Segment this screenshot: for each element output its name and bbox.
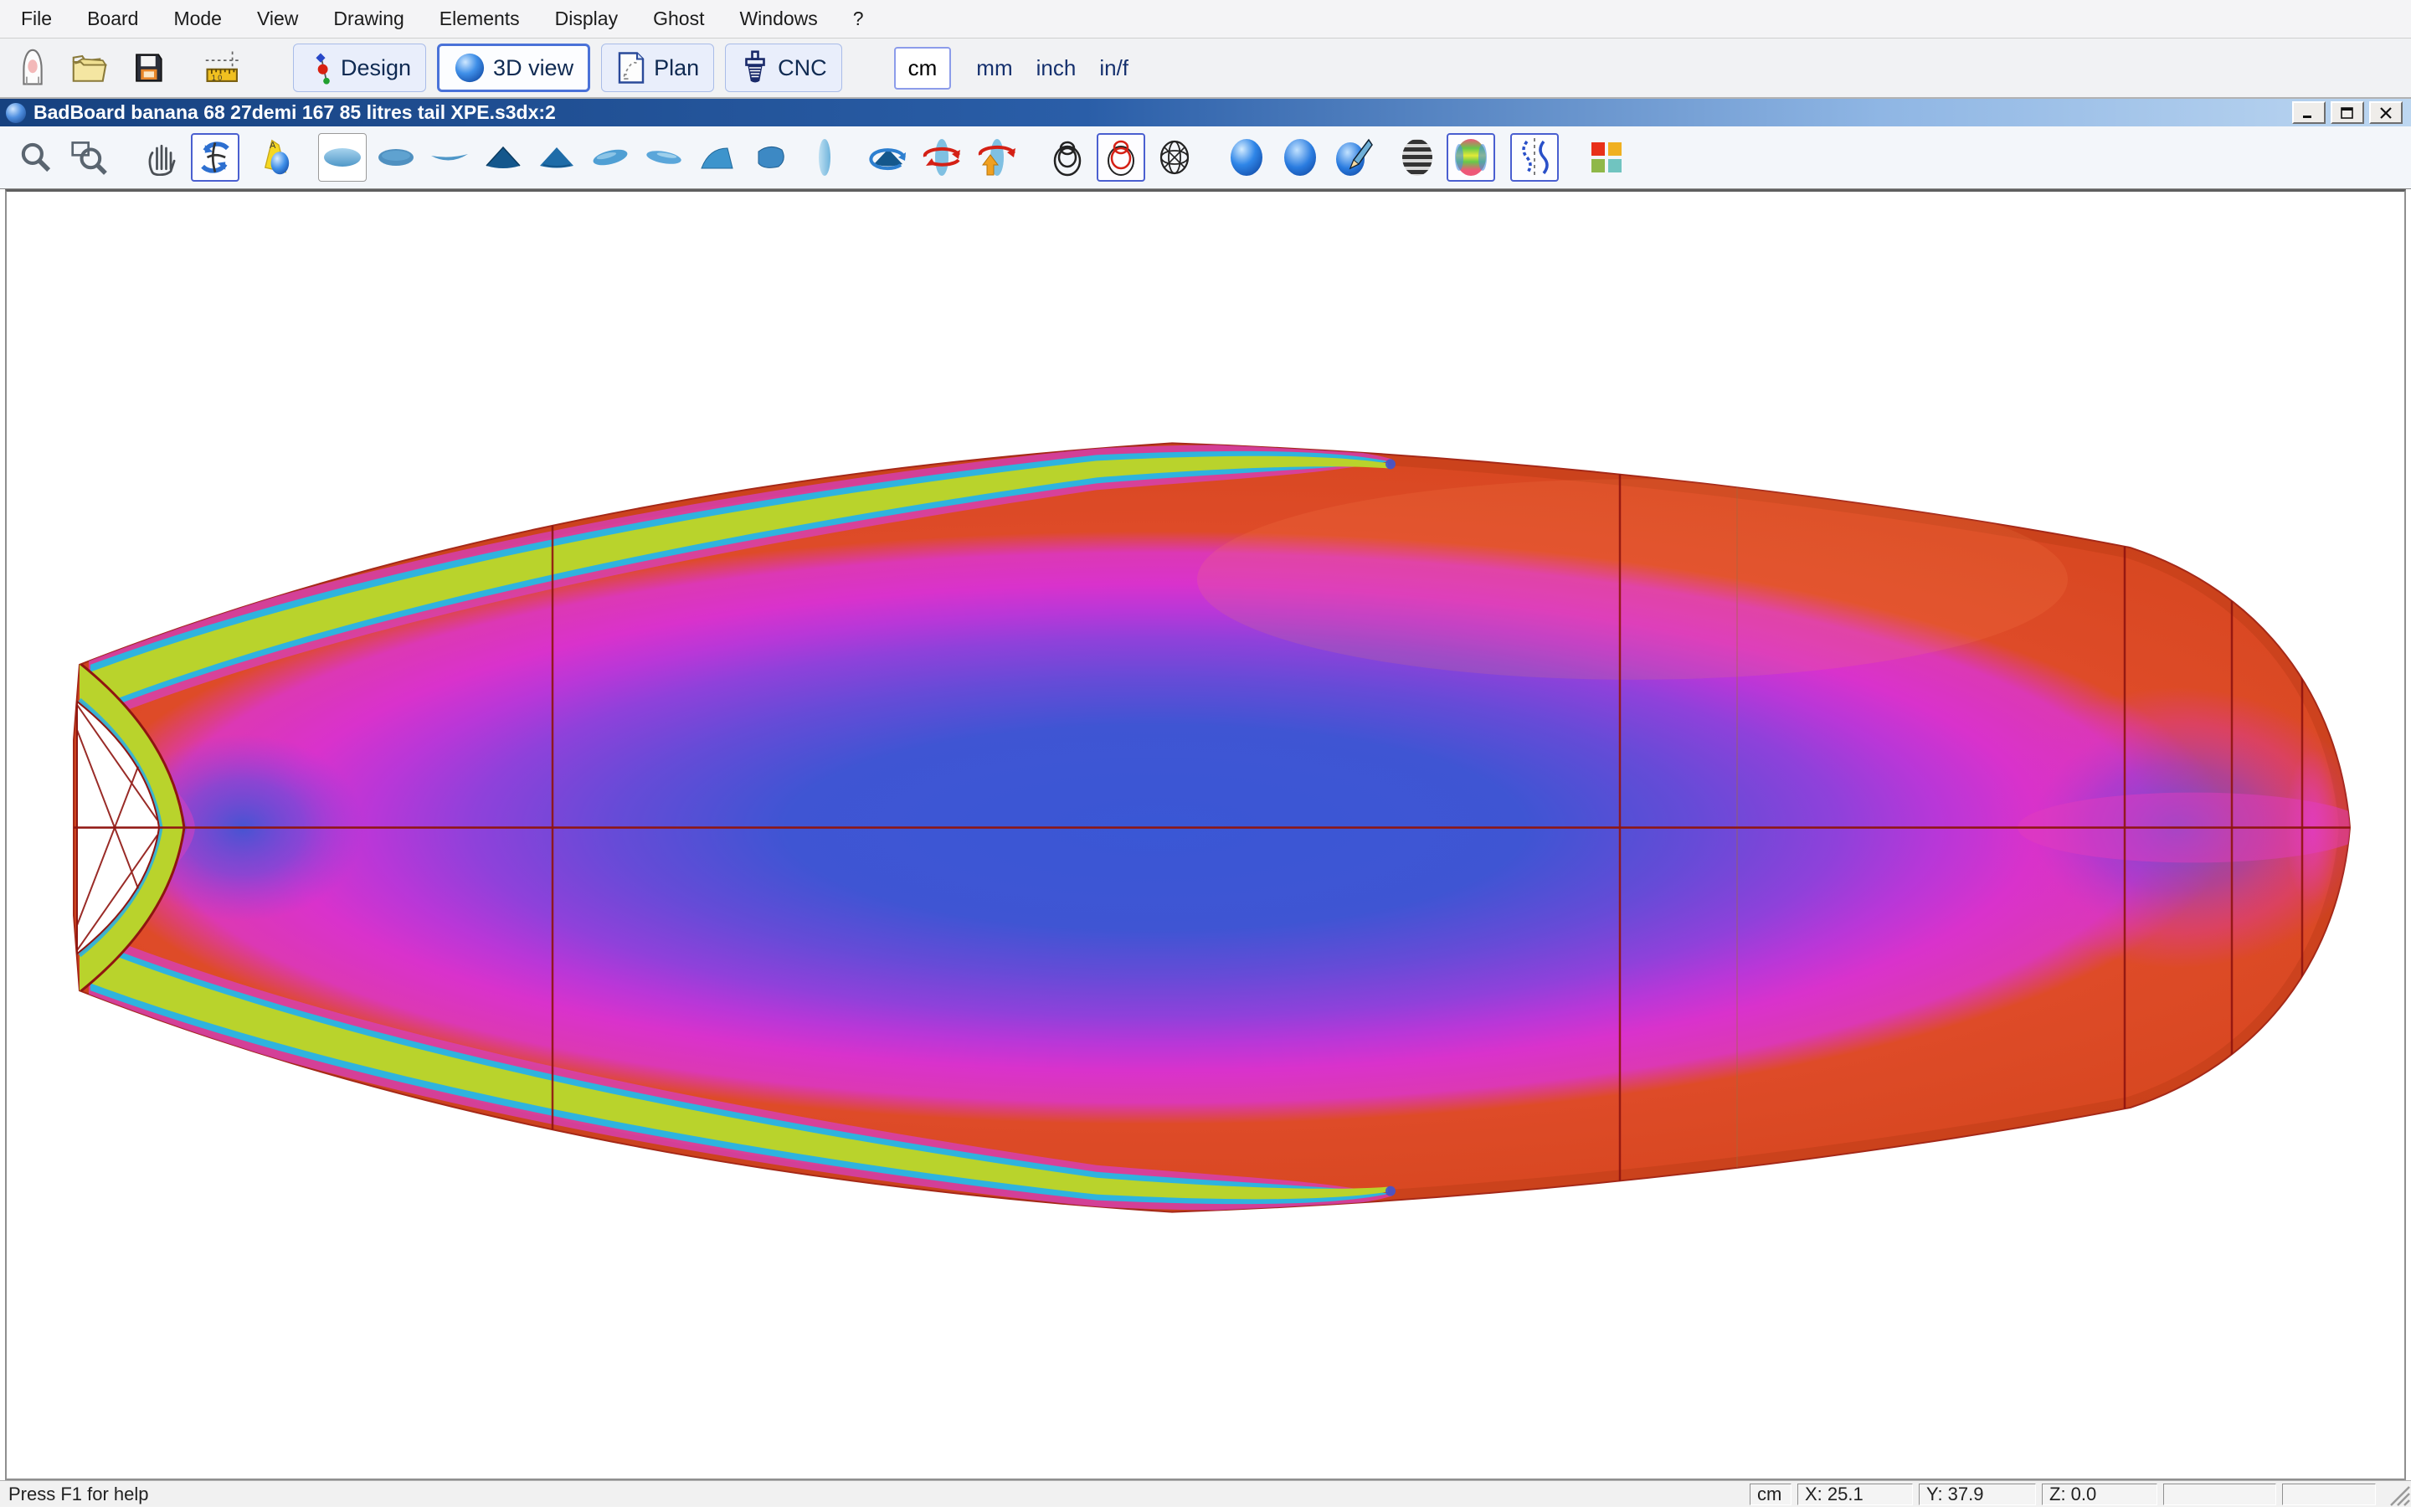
open-file-icon[interactable]	[69, 47, 111, 89]
view-front-icon[interactable]	[479, 133, 527, 182]
lighting-icon[interactable]: A	[254, 133, 303, 182]
status-bar: Press F1 for help cm X: 25.1 Y: 37.9 Z: …	[0, 1480, 2411, 1507]
status-empty-2	[2282, 1484, 2376, 1505]
turntable-rotate-icon[interactable]	[864, 133, 912, 182]
main-toolbar: 1 0 Design 3D view Plan	[0, 39, 2411, 99]
view-back-icon[interactable]	[532, 133, 581, 182]
zoom-icon[interactable]	[12, 133, 60, 182]
menu-display[interactable]: Display	[537, 8, 635, 30]
render-zebra-icon[interactable]	[1393, 133, 1442, 182]
cnc-tool-icon	[740, 50, 770, 85]
flow-lines-icon[interactable]	[1510, 133, 1559, 182]
status-x-coordinate: X: 25.1	[1797, 1484, 1913, 1505]
menu-drawing[interactable]: Drawing	[316, 8, 421, 30]
sphere-3d-icon	[454, 52, 486, 84]
render-paint-icon[interactable]	[1329, 133, 1378, 182]
menu-view[interactable]: View	[239, 8, 316, 30]
wireframe-circles-red-icon[interactable]	[1097, 133, 1145, 182]
document-titlebar[interactable]: BadBoard banana 68 27demi 167 85 litres …	[0, 99, 2411, 126]
status-help-text: Press F1 for help	[8, 1484, 149, 1505]
wireframe-circles-icon[interactable]	[1043, 133, 1092, 182]
svg-text:1 0: 1 0	[212, 74, 222, 82]
view-perspective-1-icon[interactable]	[586, 133, 635, 182]
save-file-icon[interactable]	[127, 47, 169, 89]
zoom-window-icon[interactable]	[65, 133, 114, 182]
rotate-axis-2-icon[interactable]	[971, 133, 1020, 182]
menu-ghost[interactable]: Ghost	[635, 8, 722, 30]
render-sphere-2-icon[interactable]	[1276, 133, 1324, 182]
view-bottom-shaded-icon[interactable]	[372, 133, 420, 182]
status-y-coordinate: Y: 37.9	[1919, 1484, 2036, 1505]
minimize-button[interactable]	[2292, 101, 2326, 124]
wireframe-sphere-icon[interactable]	[1150, 133, 1199, 182]
plan-mode-button[interactable]: Plan	[601, 44, 714, 92]
3d-view-mode-button[interactable]: 3D view	[437, 44, 590, 92]
cnc-label: CNC	[778, 55, 827, 81]
menu-help[interactable]: ?	[835, 8, 882, 30]
view-toolbar: A	[0, 126, 2411, 189]
measure-icon[interactable]: 1 0	[203, 47, 244, 89]
design-label: Design	[341, 55, 411, 81]
mitt-icon	[14, 49, 51, 87]
status-fields: cm X: 25.1 Y: 37.9 Z: 0.0	[1744, 1482, 2411, 1507]
view-perspective-2-icon[interactable]	[640, 133, 688, 182]
3d-view-label: 3D view	[493, 55, 573, 81]
rotate-3d-icon[interactable]	[191, 133, 239, 182]
pan-hand-icon[interactable]	[137, 133, 186, 182]
view-side-icon[interactable]	[425, 133, 474, 182]
new-board-icon[interactable]	[12, 47, 54, 89]
status-z-coordinate: Z: 0.0	[2042, 1484, 2157, 1505]
view-top-shaded-icon[interactable]	[318, 133, 367, 182]
folder-icon	[70, 50, 109, 85]
document-icon	[6, 103, 26, 123]
color-palette-icon[interactable]	[1582, 133, 1631, 182]
save-icon	[131, 50, 166, 85]
render-curvature-rainbow-icon[interactable]	[1447, 133, 1495, 182]
unit-inch[interactable]: inch	[1036, 55, 1077, 81]
menu-bar: File Board Mode View Drawing Elements Di…	[0, 0, 2411, 39]
window-controls	[2292, 101, 2403, 124]
menu-file[interactable]: File	[3, 8, 69, 30]
view-outline-icon[interactable]	[800, 133, 849, 182]
design-icon	[308, 50, 333, 85]
design-mode-button[interactable]: Design	[293, 44, 426, 92]
status-unit: cm	[1750, 1484, 1792, 1505]
cnc-mode-button[interactable]: CNC	[725, 44, 842, 92]
unit-mm[interactable]: mm	[976, 55, 1012, 81]
unit-selector: cm mm inch in/f	[894, 47, 1140, 90]
plan-label: Plan	[654, 55, 699, 81]
resize-grip[interactable]	[2381, 1482, 2411, 1507]
plan-document-icon	[616, 50, 646, 85]
menu-windows[interactable]: Windows	[722, 8, 835, 30]
ruler-icon: 1 0	[203, 49, 244, 87]
rotate-axis-1-icon[interactable]	[918, 133, 966, 182]
menu-mode[interactable]: Mode	[156, 8, 239, 30]
unit-inf[interactable]: in/f	[1099, 55, 1128, 81]
svg-text:A: A	[270, 141, 276, 151]
board-render	[7, 192, 2404, 1479]
menu-board[interactable]: Board	[69, 8, 156, 30]
menu-elements[interactable]: Elements	[422, 8, 537, 30]
render-canvas[interactable]	[5, 189, 2406, 1480]
maximize-button[interactable]	[2331, 101, 2364, 124]
render-sphere-1-icon[interactable]	[1222, 133, 1271, 182]
close-button[interactable]	[2369, 101, 2403, 124]
view-free-icon[interactable]	[747, 133, 795, 182]
document-title: BadBoard banana 68 27demi 167 85 litres …	[33, 101, 556, 124]
view-three-quarter-icon[interactable]	[693, 133, 742, 182]
unit-cm[interactable]: cm	[894, 47, 952, 90]
status-empty-1	[2163, 1484, 2276, 1505]
